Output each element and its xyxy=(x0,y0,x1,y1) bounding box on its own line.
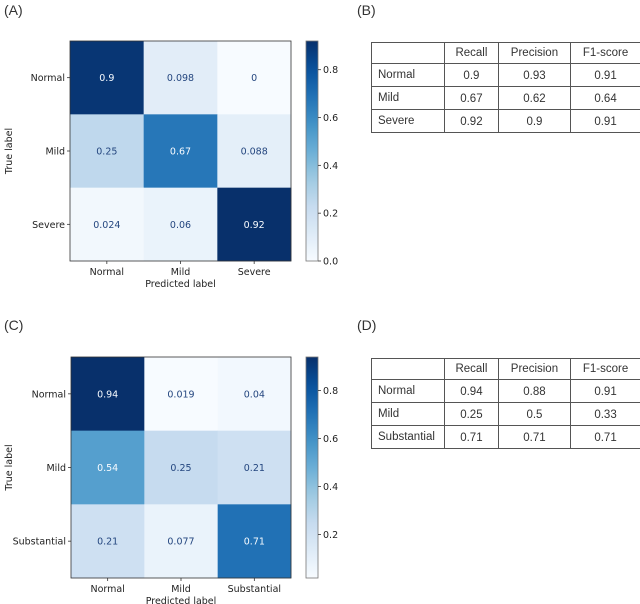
x-axis-title: Predicted label xyxy=(145,279,216,290)
colorbar xyxy=(305,356,319,579)
recall-cell: 0.67 xyxy=(444,86,499,110)
precision-cell: 0.62 xyxy=(497,86,572,110)
row-label: Normal xyxy=(371,379,445,403)
y-tick-label: Substantial xyxy=(13,537,66,548)
row-label: Normal xyxy=(371,63,445,87)
y-tick-label: Normal xyxy=(31,73,65,84)
table-header-precision: Precision xyxy=(497,42,572,64)
cell-value-label: 0 xyxy=(251,73,257,84)
x-tick-label: Mild xyxy=(171,267,191,278)
precision-cell: 0.71 xyxy=(497,425,572,449)
table-header-f1: F1-score xyxy=(570,358,640,380)
cell-value-label: 0.21 xyxy=(97,537,118,548)
row-label: Severe xyxy=(371,109,445,133)
colorbar-tick-label: 0.2 xyxy=(323,530,338,541)
cell-value-label: 0.04 xyxy=(244,389,265,400)
y-axis-title: True label xyxy=(4,444,15,491)
row-label: Substantial xyxy=(371,425,445,449)
colorbar-tick-label: 0.4 xyxy=(323,482,338,493)
recall-cell: 0.94 xyxy=(444,379,499,403)
table-header-row: Recall Precision F1-score xyxy=(371,358,640,380)
table-row: Severe 0.92 0.9 0.91 xyxy=(371,109,640,133)
table-row: Mild 0.25 0.5 0.33 xyxy=(371,402,640,426)
colorbar-tick-label: 0.0 xyxy=(323,257,338,268)
cell-value-label: 0.098 xyxy=(167,73,194,84)
table-header-precision: Precision xyxy=(497,358,572,380)
precision-cell: 0.88 xyxy=(497,379,572,403)
cell-value-label: 0.9 xyxy=(99,73,114,84)
y-tick-label: Normal xyxy=(32,389,66,400)
table-row: Substantial 0.71 0.71 0.71 xyxy=(371,425,640,449)
cell-value-label: 0.088 xyxy=(241,147,268,158)
table-header-recall: Recall xyxy=(444,42,499,64)
confusion-matrix-a: 0.9 0.098 0 0.25 0.67 0.088 0.024 0.06 0.92 Norma… xyxy=(4,40,338,290)
table-header-row: Recall Precision F1-score xyxy=(371,42,640,64)
cell-value-label: 0.67 xyxy=(170,147,191,158)
cell-value-label: 0.25 xyxy=(170,463,191,474)
metrics-table-b: Recall Precision F1-score Normal 0.9 0.9… xyxy=(371,42,640,133)
cell-value-label: 0.92 xyxy=(244,220,265,231)
x-tick-label: Mild xyxy=(171,584,191,595)
table-header-f1: F1-score xyxy=(570,42,640,64)
colorbar-tick-label: 0.6 xyxy=(323,434,338,445)
f1-cell: 0.64 xyxy=(570,86,640,110)
colorbar-tick-label: 0.6 xyxy=(323,113,338,124)
y-axis-title: True label xyxy=(4,128,15,175)
precision-cell: 0.93 xyxy=(497,63,572,87)
table-header-recall: Recall xyxy=(444,358,499,380)
y-tick-label: Severe xyxy=(32,220,65,231)
f1-cell: 0.91 xyxy=(570,379,640,403)
colorbar xyxy=(305,40,319,262)
y-tick-label: Mild xyxy=(45,147,65,158)
table-row: Normal 0.9 0.93 0.91 xyxy=(371,63,640,87)
recall-cell: 0.71 xyxy=(444,425,499,449)
cell-value-label: 0.077 xyxy=(167,537,194,548)
cell-value-label: 0.25 xyxy=(96,147,117,158)
x-tick-label: Severe xyxy=(238,267,271,278)
confusion-matrix-c: 0.94 0.019 0.04 0.54 0.25 0.21 0.21 0.077 0.71 No… xyxy=(4,356,338,604)
x-axis-title: Predicted label xyxy=(146,596,217,604)
table-header-blank xyxy=(371,42,445,64)
cell-value-label: 0.94 xyxy=(97,389,118,400)
panel-label-b: (B) xyxy=(357,2,376,18)
x-tick-label: Normal xyxy=(90,267,124,278)
f1-cell: 0.91 xyxy=(570,109,640,133)
cell-value-label: 0.71 xyxy=(244,537,265,548)
precision-cell: 0.5 xyxy=(497,402,572,426)
table-row: Mild 0.67 0.62 0.64 xyxy=(371,86,640,110)
f1-cell: 0.91 xyxy=(570,63,640,87)
row-label: Mild xyxy=(371,402,445,426)
precision-cell: 0.9 xyxy=(497,109,572,133)
x-tick-label: Normal xyxy=(90,584,124,595)
recall-cell: 0.92 xyxy=(444,109,499,133)
f1-cell: 0.33 xyxy=(570,402,640,426)
x-tick-label: Substantial xyxy=(228,584,281,595)
cell-value-label: 0.21 xyxy=(244,463,265,474)
table-header-blank xyxy=(371,358,445,380)
panel-label-d: (D) xyxy=(357,317,377,333)
colorbar-tick-label: 0.8 xyxy=(323,386,338,397)
recall-cell: 0.9 xyxy=(444,63,499,87)
cell-value-label: 0.54 xyxy=(97,463,118,474)
cell-value-label: 0.024 xyxy=(93,220,120,231)
colorbar-tick-label: 0.8 xyxy=(323,65,338,76)
row-label: Mild xyxy=(371,86,445,110)
f1-cell: 0.71 xyxy=(570,425,640,449)
recall-cell: 0.25 xyxy=(444,402,499,426)
colorbar-tick-label: 0.2 xyxy=(323,209,338,220)
table-row: Normal 0.94 0.88 0.91 xyxy=(371,379,640,403)
y-tick-label: Mild xyxy=(46,463,66,474)
cell-value-label: 0.019 xyxy=(167,389,194,400)
cell-value-label: 0.06 xyxy=(170,220,191,231)
metrics-table-d: Recall Precision F1-score Normal 0.94 0.… xyxy=(371,358,640,449)
colorbar-tick-label: 0.4 xyxy=(323,161,338,172)
